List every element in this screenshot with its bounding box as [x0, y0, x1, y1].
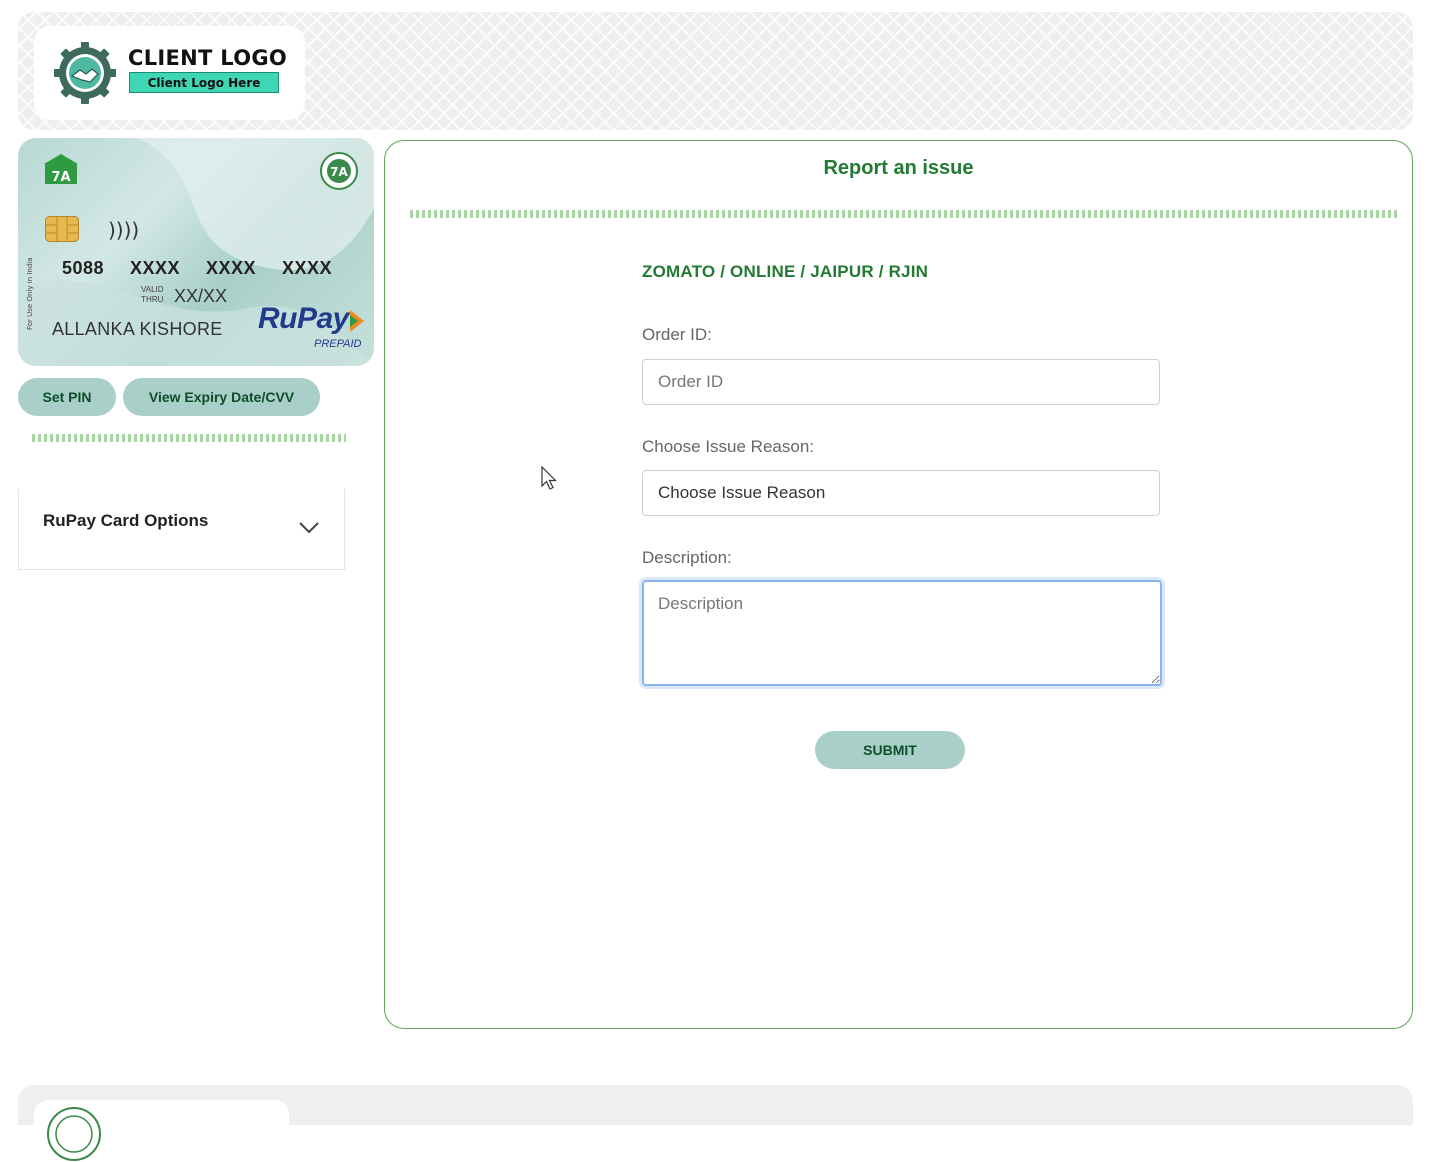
bank-icon: 7A: [44, 154, 78, 185]
rupay-arrow-icon: [350, 310, 364, 332]
card-type-label: PREPAID: [314, 338, 362, 350]
options-label: RuPay Card Options: [43, 511, 209, 530]
valid-thru-label: VALID THRU: [141, 285, 164, 305]
card-number-group: XXXX: [130, 258, 181, 278]
seal-icon: 7A: [320, 152, 358, 190]
gear-handshake-icon: [54, 42, 116, 104]
card-number-group: XXXX: [205, 258, 257, 278]
footer-logo: [34, 1100, 289, 1161]
description-textarea[interactable]: [642, 580, 1162, 686]
order-id-input[interactable]: [642, 359, 1160, 405]
card-holder-name: ALLANKA KISHORE: [52, 319, 223, 339]
contactless-icon: )))): [108, 218, 140, 242]
mouse-pointer-icon: [541, 466, 557, 490]
issue-reason-label: Choose Issue Reason:: [642, 437, 814, 456]
divider: [32, 434, 346, 442]
divider: [410, 210, 1400, 218]
set-pin-button[interactable]: Set PIN: [18, 378, 116, 416]
card-number-group: XXXX: [281, 258, 332, 278]
page-title: Report an issue: [823, 157, 974, 179]
svg-text:7A: 7A: [330, 165, 348, 179]
svg-text:7A: 7A: [51, 170, 70, 185]
report-issue-panel: Report an issue ZOMATO / ONLINE / JAIPUR…: [384, 140, 1413, 1029]
issue-reason-select[interactable]: Choose Issue Reason: [642, 470, 1160, 516]
logo-title: CLIENT LOGO: [128, 46, 288, 70]
description-label: Description:: [642, 548, 732, 567]
card-expiry: XX/XX: [174, 286, 228, 306]
seal-icon: [47, 1107, 101, 1161]
rupay-logo: RuPay: [258, 302, 349, 335]
order-id-label: Order ID:: [642, 325, 712, 344]
client-logo: CLIENT LOGO Client Logo Here: [34, 26, 305, 120]
rupay-card: 7A 7A )))) For Use Only in India 5088 XX…: [18, 138, 374, 366]
chevron-down-icon: [299, 522, 319, 534]
thru-label: THRU: [141, 295, 164, 304]
card-number-group: 5088: [62, 258, 105, 278]
view-expiry-button[interactable]: View Expiry Date/CVV: [123, 378, 320, 416]
card-number: 5088 XXXX XXXX XXXX: [62, 258, 332, 279]
logo-tagline: Client Logo Here: [129, 72, 279, 93]
submit-button[interactable]: SUBMIT: [815, 731, 965, 769]
rupay-card-options-toggle[interactable]: RuPay Card Options: [18, 489, 345, 570]
valid-label: VALID: [141, 285, 164, 294]
card-side-text: For Use Only in India: [26, 257, 34, 330]
merchant-info: ZOMATO / ONLINE / JAIPUR / RJIN: [642, 262, 929, 281]
chip-icon: [45, 216, 79, 242]
